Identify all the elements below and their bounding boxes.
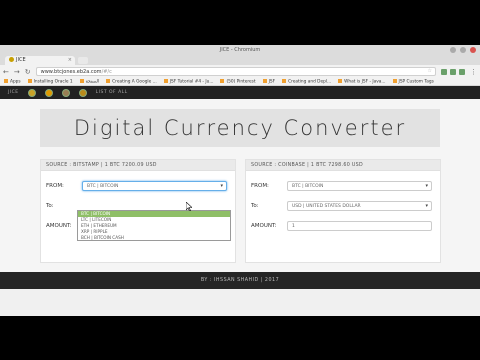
page-content: Digital Currency Converter SOURCE : BITS… <box>0 99 480 289</box>
bookmark-icon <box>282 78 287 83</box>
from-select-value: BTC | BITCOIN <box>87 184 119 189</box>
bookmark-item[interactable]: الصفحة <box>79 78 99 84</box>
nav-link-list-all[interactable]: LIST OF ALL <box>96 90 128 95</box>
bookmark-icon <box>79 78 84 83</box>
title-bar: JICE - Chromium <box>0 45 480 55</box>
amount-value: 1 <box>292 224 295 229</box>
panel-header: SOURCE : BITSTAMP | 1 BTC 7200.09 USD <box>41 160 235 171</box>
bookmark-icon <box>220 78 225 83</box>
bookmark-icon <box>27 78 32 83</box>
from-label: FROM: <box>251 183 269 189</box>
reload-icon[interactable]: ↻ <box>25 68 31 76</box>
bitcoin-icon[interactable] <box>27 88 36 97</box>
to-row: To: USD | UNITED STATES DOLLAR ▾ <box>251 201 435 211</box>
to-select[interactable]: USD | UNITED STATES DOLLAR ▾ <box>287 201 432 211</box>
bookmark-icon <box>106 78 111 83</box>
from-dropdown-list: BTC | BITCOIN LTC | LITECOIN ETH | ETHER… <box>77 210 231 241</box>
bookmark-item[interactable]: What is JSF - Java... <box>338 78 386 84</box>
to-select-value: USD | UNITED STATES DOLLAR <box>292 204 361 209</box>
bookmarks-bar: Apps Installing Oracle 1 الصفحة Creating… <box>0 78 480 86</box>
from-select-value: BTC | BITCOIN <box>292 184 324 189</box>
minimize-icon[interactable] <box>450 47 456 53</box>
bookmark-item[interactable]: Installing Oracle 1 <box>27 78 73 84</box>
toolbar: ← → ↻ www.btcjones.eb2a.com/#/c ☆ ⋮ <box>0 65 480 78</box>
from-row: FROM: BTC | BITCOIN ▾ <box>251 181 435 191</box>
bookmark-icon <box>338 78 343 83</box>
from-select[interactable]: BTC | BITCOIN ▾ <box>287 181 432 191</box>
maximize-icon[interactable] <box>460 47 466 53</box>
menu-icon[interactable]: ⋮ <box>470 68 477 76</box>
tab-strip: JICE × <box>0 55 480 65</box>
window-controls <box>450 47 476 53</box>
amount-input[interactable]: 1 <box>287 221 432 231</box>
extension-icon[interactable] <box>459 68 465 75</box>
window-title: JICE - Chromium <box>219 47 261 53</box>
favicon-icon <box>9 57 14 62</box>
bookmark-star-icon[interactable]: ☆ <box>428 68 432 74</box>
extensions <box>441 68 465 75</box>
tab-close-icon[interactable]: × <box>68 57 72 63</box>
back-icon[interactable]: ← <box>3 68 9 76</box>
chevron-down-icon: ▾ <box>425 183 428 189</box>
bookmark-icon <box>163 78 168 83</box>
bookmark-item[interactable]: JSP Custom Tags <box>392 78 434 84</box>
bookmark-item[interactable]: (50) Pinterest <box>220 78 256 84</box>
apps-icon <box>4 78 8 83</box>
bookmark-item[interactable]: Creating and Depl... <box>282 78 331 84</box>
ripple-icon[interactable] <box>78 88 87 97</box>
from-select[interactable]: BTC | BITCOIN ▾ <box>82 181 227 191</box>
amount-label: AMOUNT: <box>46 223 72 229</box>
bookmark-item[interactable]: Creating A Google ... <box>106 78 157 84</box>
to-label: To: <box>251 203 259 209</box>
amount-label: AMOUNT: <box>251 223 277 229</box>
site-nav: JICE LIST OF ALL <box>0 86 480 99</box>
extension-icon[interactable] <box>441 68 447 75</box>
site-brand[interactable]: JICE <box>8 90 19 95</box>
forward-icon[interactable]: → <box>14 68 20 76</box>
amount-row: AMOUNT: 1 <box>251 221 435 231</box>
litecoin-icon[interactable] <box>61 88 70 97</box>
bookmark-icon <box>392 78 397 83</box>
chevron-down-icon: ▾ <box>425 203 428 209</box>
bookmark-item[interactable]: Apps <box>4 78 21 84</box>
url-path: /#/c <box>101 69 112 75</box>
address-bar[interactable]: www.btcjones.eb2a.com/#/c ☆ <box>35 67 436 76</box>
to-label: To: <box>46 203 54 209</box>
tab-label: JICE <box>16 57 26 63</box>
page-title: Digital Currency Converter <box>40 109 440 147</box>
new-tab-button[interactable] <box>78 57 88 64</box>
extension-icon[interactable] <box>450 68 456 75</box>
converter-panel-coinbase: SOURCE : COINBASE | 1 BTC 7298.60 USD FR… <box>245 159 441 263</box>
tab-jice[interactable]: JICE × <box>5 56 75 65</box>
from-row: FROM: BTC | BITCOIN ▾ <box>46 181 230 191</box>
url-host: www.btcjones.eb2a.com <box>40 69 102 75</box>
panel-header: SOURCE : COINBASE | 1 BTC 7298.60 USD <box>246 160 440 171</box>
browser-window: JICE - Chromium JICE × ← → ↻ www.btcjone… <box>0 45 480 316</box>
dropdown-option[interactable]: BCH | BITCOIN CASH <box>78 235 230 241</box>
bookmark-icon <box>262 78 267 83</box>
from-label: FROM: <box>46 183 64 189</box>
footer: BY : IHSSAN SHAHID | 2017 <box>0 272 480 289</box>
bookmark-item[interactable]: JSF <box>262 78 275 84</box>
close-icon[interactable] <box>470 47 476 53</box>
ethereum-icon[interactable] <box>44 88 53 97</box>
chevron-down-icon: ▾ <box>220 183 223 189</box>
bookmark-item[interactable]: JSF Tutorial #4 - Ju... <box>163 78 213 84</box>
